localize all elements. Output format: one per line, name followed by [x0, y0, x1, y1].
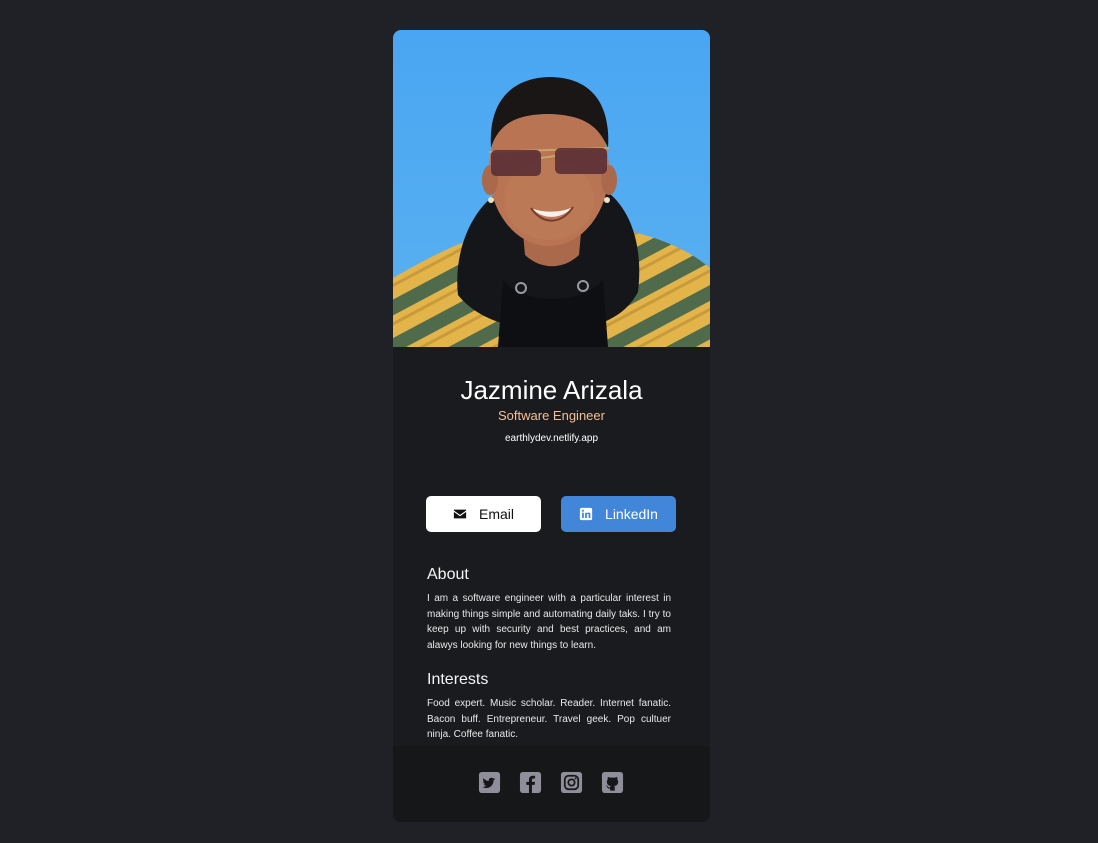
facebook-icon: [519, 771, 541, 793]
twitter-icon: [478, 771, 500, 793]
linkedin-icon: [579, 507, 593, 521]
interests-heading: Interests: [427, 671, 489, 688]
twitter-link[interactable]: [477, 770, 501, 794]
instagram-link[interactable]: [559, 770, 583, 794]
profile-website[interactable]: earthlydev.netlify.app: [393, 433, 710, 445]
email-button[interactable]: Email: [426, 496, 541, 532]
linkedin-button-label: LinkedIn: [605, 506, 658, 522]
profile-name: Jazmine Arizala: [460, 375, 643, 405]
email-button-label: Email: [478, 506, 514, 522]
interests-text: Food expert. Music scholar. Reader. Inte…: [427, 698, 671, 740]
instagram-icon: [560, 771, 582, 793]
linkedin-button[interactable]: LinkedIn: [561, 496, 676, 532]
profile-photo: [393, 30, 710, 347]
about-text: I am a software engineer with a particul…: [427, 593, 671, 651]
about-heading: About: [427, 566, 469, 583]
profile-card: Jazmine Arizala Software Engineer earthl…: [393, 30, 710, 822]
github-icon: [601, 771, 623, 793]
social-footer: [393, 746, 710, 822]
envelope-icon: [453, 509, 467, 519]
github-link[interactable]: [600, 770, 624, 794]
profile-title: Software Engineer: [498, 408, 605, 423]
facebook-link[interactable]: [518, 770, 542, 794]
